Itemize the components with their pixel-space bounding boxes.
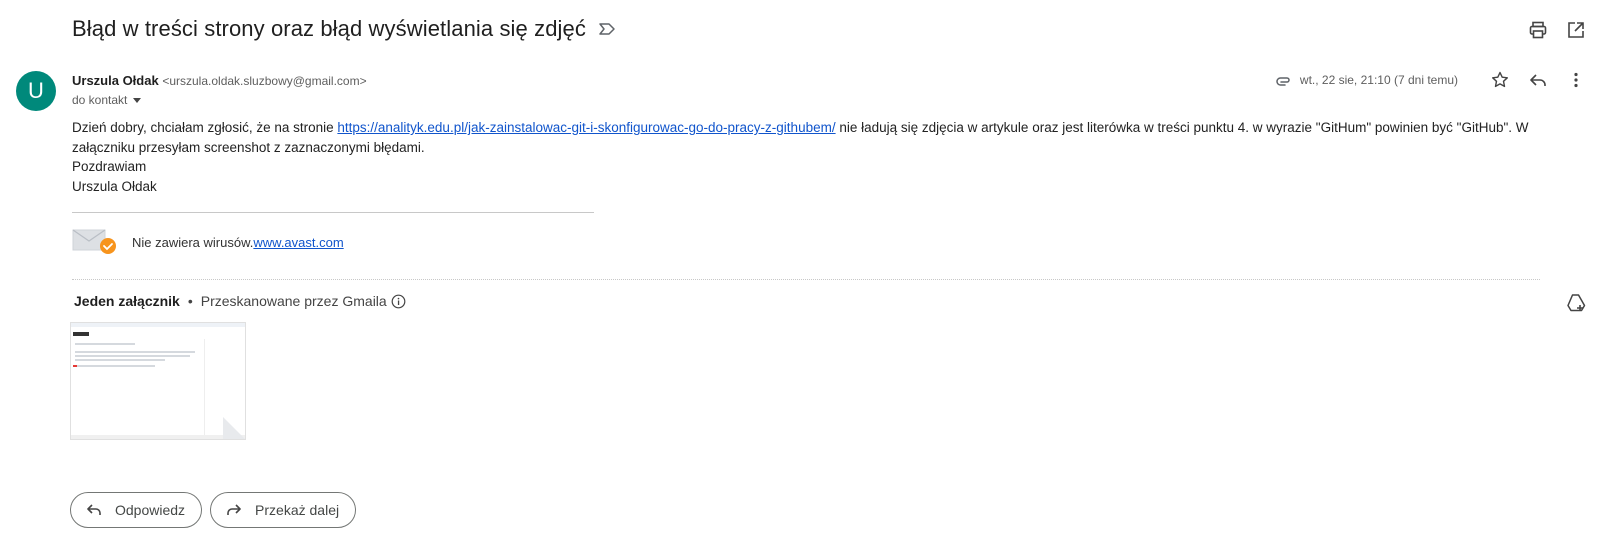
- article-link[interactable]: https://analityk.edu.pl/jak-zainstalowac…: [337, 120, 835, 135]
- reply-button[interactable]: Odpowiedz: [70, 492, 203, 528]
- forward-button-label: Przekaż dalej: [255, 502, 340, 518]
- body-paragraph: Dzień dobry, chciałam zgłosić, że na str…: [72, 118, 1552, 157]
- email-subject: Błąd w treści strony oraz błąd wyświetla…: [72, 16, 586, 41]
- thumb-browser-bar: [71, 323, 245, 327]
- message-date: wt., 22 sie, 21:10 (7 dni temu): [1299, 73, 1458, 87]
- top-actions: [1526, 18, 1588, 42]
- message-actions: Odpowiedz Przekaż dalej: [70, 492, 357, 528]
- message-body: Dzień dobry, chciałam zgłosić, że na str…: [72, 118, 1552, 196]
- sender-line: Urszula Ołdak <urszula.oldak.sluzbowy@gm…: [72, 73, 367, 88]
- forward-arrow-icon: [225, 501, 243, 519]
- sender-name[interactable]: Urszula Ołdak: [72, 73, 159, 88]
- body-text-prefix: Dzień dobry, chciałam zgłosić, że na str…: [72, 120, 338, 135]
- reply-button-label: Odpowiedz: [115, 502, 186, 518]
- attachment-separator: •: [187, 293, 193, 309]
- avast-label: Nie zawiera wirusów.: [132, 234, 254, 250]
- avast-envelope-icon[interactable]: [72, 228, 118, 256]
- avast-text: Nie zawiera wirusów.www.avast.com: [132, 235, 344, 250]
- info-icon[interactable]: [391, 294, 406, 309]
- star-icon[interactable]: [1488, 68, 1512, 92]
- avast-footer: Nie zawiera wirusów.www.avast.com: [72, 228, 344, 256]
- recipients-label: do kontakt: [72, 93, 128, 107]
- open-in-new-window-icon[interactable]: [1564, 18, 1588, 42]
- reply-arrow-icon: [85, 501, 103, 519]
- scanned-label: Przeskanowane przez Gmaila: [200, 293, 387, 309]
- attachments-header: Jeden załącznik • Przeskanowane przez Gm…: [74, 293, 406, 309]
- attachment-thumbnail[interactable]: [70, 322, 246, 440]
- subject-row: Błąd w treści strony oraz błąd wyświetla…: [72, 16, 616, 42]
- label-tag-icon[interactable]: [598, 20, 616, 38]
- reply-icon[interactable]: [1526, 68, 1550, 92]
- attachment-icon: [1274, 70, 1294, 90]
- thumb-logo: [73, 332, 89, 336]
- forward-button[interactable]: Przekaż dalej: [210, 492, 357, 528]
- sender-avatar[interactable]: U: [16, 71, 56, 111]
- thumb-page-fold: [223, 417, 245, 439]
- thumb-taskbar: [71, 435, 245, 439]
- avast-link[interactable]: www.avast.com: [253, 235, 343, 250]
- message-meta: wt., 22 sie, 21:10 (7 dni temu): [1274, 68, 1588, 92]
- body-greeting: Pozdrawiam: [72, 159, 147, 174]
- attachments-divider: [72, 279, 1540, 280]
- more-options-icon[interactable]: [1564, 68, 1588, 92]
- signature-divider: [72, 212, 594, 213]
- caret-down-icon[interactable]: [133, 97, 142, 103]
- print-icon[interactable]: [1526, 18, 1550, 42]
- recipients-toggle[interactable]: do kontakt: [72, 93, 142, 107]
- body-signature: Urszula Ołdak: [72, 178, 157, 194]
- add-to-drive-icon[interactable]: [1564, 291, 1588, 315]
- sender-email: <urszula.oldak.sluzbowy@gmail.com>: [162, 74, 367, 88]
- attachment-count: Jeden załącznik: [74, 293, 180, 309]
